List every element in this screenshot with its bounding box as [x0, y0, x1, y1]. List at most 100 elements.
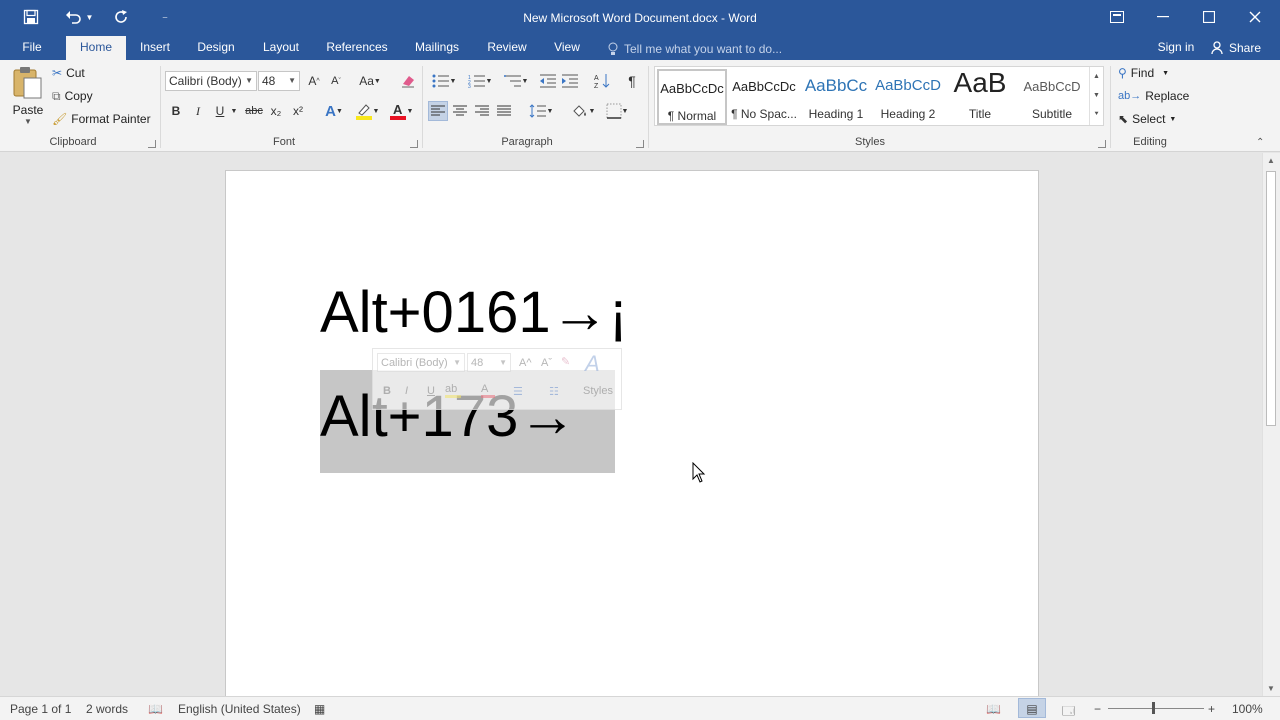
tab-design[interactable]: Design — [192, 36, 240, 60]
mini-numbering-icon[interactable]: ☷ — [549, 385, 559, 398]
zoom-in-icon[interactable]: + — [1208, 702, 1215, 716]
tab-home[interactable]: Home — [66, 36, 126, 61]
clear-formatting-icon[interactable] — [398, 71, 418, 91]
zoom-level[interactable]: 100% — [1232, 702, 1263, 716]
mini-italic-button[interactable]: I — [405, 385, 408, 397]
document-line-1[interactable]: Alt+0161→¡ — [320, 279, 628, 346]
font-launcher-icon[interactable] — [410, 140, 418, 148]
style-heading-2[interactable]: AaBbCcD Heading 2 — [873, 69, 943, 125]
increase-indent-icon[interactable] — [560, 71, 580, 91]
tell-me-search[interactable]: Tell me what you want to do... — [608, 40, 782, 58]
shrink-font-button[interactable]: Aˇ — [326, 71, 346, 91]
word-count[interactable]: 2 words — [86, 702, 128, 716]
sort-icon[interactable]: AZ — [592, 71, 612, 91]
mini-styles-icon[interactable]: A — [585, 351, 600, 377]
copy-button[interactable]: ⧉ Copy — [52, 86, 93, 106]
tab-insert[interactable]: Insert — [134, 36, 176, 60]
text-effects-button[interactable]: A ▼ — [320, 101, 348, 121]
bullets-button[interactable]: ▼ — [428, 71, 460, 91]
align-left-icon[interactable] — [428, 101, 448, 121]
read-mode-icon[interactable]: 📖 — [986, 702, 1001, 716]
clipboard-launcher-icon[interactable] — [148, 140, 156, 148]
underline-button[interactable]: U — [210, 101, 230, 121]
shading-button[interactable]: ▼ — [568, 101, 598, 121]
style-subtitle[interactable]: AaBbCcD Subtitle — [1017, 69, 1087, 125]
macro-icon[interactable]: ▦ — [314, 702, 325, 716]
align-right-icon[interactable] — [472, 101, 492, 121]
find-button[interactable]: ⚲ Find ▼ — [1118, 63, 1169, 83]
print-layout-icon[interactable]: ▤ — [1018, 698, 1046, 718]
font-size-combo[interactable]: 48 ▼ — [258, 71, 300, 91]
tab-view[interactable]: View — [548, 36, 586, 60]
scroll-down-icon[interactable]: ▼ — [1267, 684, 1275, 693]
vertical-scrollbar[interactable]: ▲ ▼ — [1262, 153, 1280, 696]
share-button[interactable]: Share — [1208, 36, 1264, 60]
mini-bullets-icon[interactable]: ☰ — [513, 385, 523, 398]
more-styles-icon[interactable]: ⯆ — [1090, 105, 1103, 124]
mini-bold-button[interactable]: B — [383, 385, 391, 397]
borders-button[interactable]: ▼ — [602, 101, 632, 121]
collapse-ribbon-icon[interactable]: ⌃ — [1256, 137, 1264, 148]
superscript-button[interactable]: x² — [288, 101, 308, 121]
mini-shrink-font-button[interactable]: Aˇ — [541, 357, 552, 369]
line-spacing-button[interactable]: ▼ — [526, 101, 556, 121]
grow-font-button[interactable]: A ^ — [304, 71, 324, 91]
decrease-indent-icon[interactable] — [538, 71, 558, 91]
align-center-icon[interactable] — [450, 101, 470, 121]
italic-button[interactable]: I — [188, 101, 208, 121]
proofing-icon[interactable]: 📖 — [148, 702, 163, 716]
style-title[interactable]: AaB Title — [945, 69, 1015, 125]
style-no-spacing[interactable]: AaBbCcDc ¶ No Spac... — [729, 69, 799, 125]
justify-icon[interactable] — [494, 101, 514, 121]
subscript-button[interactable]: x₂ — [266, 101, 286, 121]
styles-scroll[interactable]: ▲ ▼ ⯆ — [1089, 67, 1103, 125]
language-indicator[interactable]: English (United States) — [178, 702, 301, 716]
scroll-up-icon[interactable]: ▲ — [1267, 156, 1275, 165]
tab-review[interactable]: Review — [482, 36, 532, 60]
tab-file[interactable]: File — [14, 36, 50, 60]
web-layout-icon[interactable]: 🗔 — [1062, 702, 1075, 720]
zoom-slider-track[interactable] — [1108, 708, 1204, 709]
mini-underline-button[interactable]: U — [427, 385, 435, 397]
strikethrough-button[interactable]: abc — [244, 101, 264, 121]
paragraph-launcher-icon[interactable] — [636, 140, 644, 148]
tab-mailings[interactable]: Mailings — [408, 36, 466, 60]
mini-highlight-icon[interactable]: ab — [445, 383, 461, 398]
scrollbar-thumb[interactable] — [1266, 171, 1276, 426]
document-page[interactable]: Alt+0161→¡ Alt+173→ — [225, 170, 1039, 710]
highlight-color-button[interactable]: ▼ — [352, 101, 382, 121]
close-icon[interactable] — [1232, 0, 1278, 34]
numbering-button[interactable]: 1 2 3 ▼ — [464, 71, 496, 91]
minimize-icon[interactable] — [1140, 0, 1186, 34]
sign-in-link[interactable]: Sign in — [1152, 36, 1200, 60]
page-count[interactable]: Page 1 of 1 — [10, 702, 71, 716]
style-normal[interactable]: AaBbCcDc ¶ Normal — [657, 69, 727, 125]
mini-font-color-icon[interactable]: A — [481, 383, 495, 398]
zoom-out-icon[interactable]: − — [1094, 702, 1101, 716]
bold-button[interactable]: B — [166, 101, 186, 121]
maximize-icon[interactable] — [1186, 0, 1232, 34]
mini-font-combo[interactable]: Calibri (Body) ▼ — [377, 353, 465, 372]
chevron-up-icon[interactable]: ▲ — [1090, 67, 1103, 86]
show-formatting-marks-button[interactable]: ¶ — [622, 71, 642, 91]
chevron-down-icon[interactable]: ▼ — [229, 101, 239, 121]
format-painter-button[interactable]: 🖌 Format Painter — [52, 109, 151, 129]
tab-references[interactable]: References — [322, 36, 392, 60]
replace-button[interactable]: ab→ Replace — [1118, 86, 1189, 106]
mini-grow-font-button[interactable]: A^ — [519, 357, 532, 369]
tab-layout[interactable]: Layout — [256, 36, 306, 60]
mini-clear-format-icon[interactable]: ✎ — [561, 355, 570, 368]
ribbon-display-options-icon[interactable] — [1094, 0, 1140, 34]
font-name-combo[interactable]: Calibri (Body) ▼ — [165, 71, 257, 91]
change-case-button[interactable]: Aa ▼ — [356, 71, 384, 91]
mini-size-combo[interactable]: 48 ▼ — [467, 353, 511, 372]
chevron-down-icon[interactable]: ▼ — [1090, 86, 1103, 105]
select-button[interactable]: ⬉ Select ▼ — [1118, 109, 1176, 129]
cut-button[interactable]: ✂ Cut — [52, 63, 85, 83]
multilevel-list-button[interactable]: ▼ — [500, 71, 532, 91]
style-heading-1[interactable]: AaBbCc Heading 1 — [801, 69, 871, 125]
font-color-button[interactable]: A ▼ — [386, 101, 416, 121]
zoom-slider-thumb[interactable] — [1152, 702, 1155, 714]
styles-launcher-icon[interactable] — [1098, 140, 1106, 148]
paste-button[interactable]: Paste ▼ — [10, 64, 46, 130]
